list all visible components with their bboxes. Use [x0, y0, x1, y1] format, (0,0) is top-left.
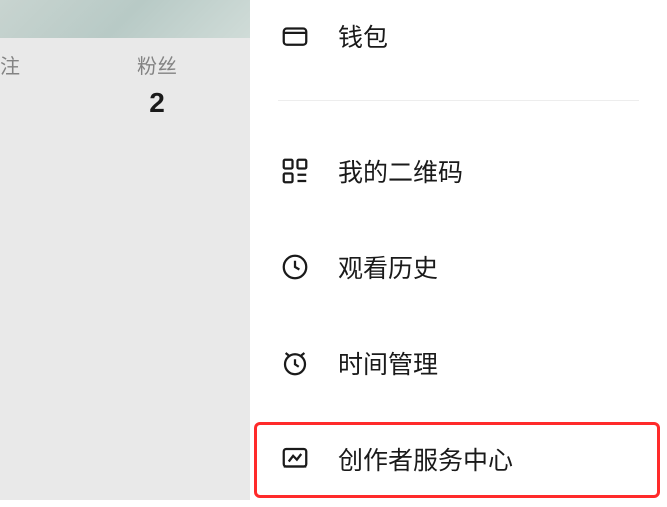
stat-followers-label: 粉丝: [137, 50, 177, 79]
menu-label-history: 观看历史: [338, 249, 438, 285]
menu-label-creator: 创作者服务中心: [338, 441, 513, 477]
menu-item-wallet[interactable]: 钱包: [250, 0, 667, 72]
menu-item-time[interactable]: 时间管理: [250, 315, 667, 411]
menu-item-history[interactable]: 观看历史: [250, 219, 667, 315]
profile-backdrop: 注 粉丝 2: [0, 0, 250, 500]
chart-icon: [278, 442, 312, 476]
menu-label-wallet: 钱包: [338, 18, 388, 54]
stat-following-label: 注: [0, 50, 20, 79]
stat-followers[interactable]: 粉丝 2: [102, 50, 212, 119]
profile-cover-photo: [0, 0, 250, 38]
profile-stats: 注 粉丝 2: [0, 50, 250, 119]
menu-divider: [278, 100, 639, 101]
clock-icon: [278, 250, 312, 284]
menu-item-qrcode[interactable]: 我的二维码: [250, 123, 667, 219]
stat-following[interactable]: 注: [0, 50, 72, 119]
qrcode-icon: [278, 154, 312, 188]
alarm-icon: [278, 346, 312, 380]
menu-item-creator-center[interactable]: 创作者服务中心: [250, 411, 667, 507]
side-drawer: 钱包 我的二维码 观看历史: [250, 0, 667, 500]
wallet-icon: [278, 19, 312, 53]
menu-label-qrcode: 我的二维码: [338, 153, 463, 189]
menu-label-time: 时间管理: [338, 345, 438, 381]
stat-followers-count: 2: [149, 87, 165, 119]
